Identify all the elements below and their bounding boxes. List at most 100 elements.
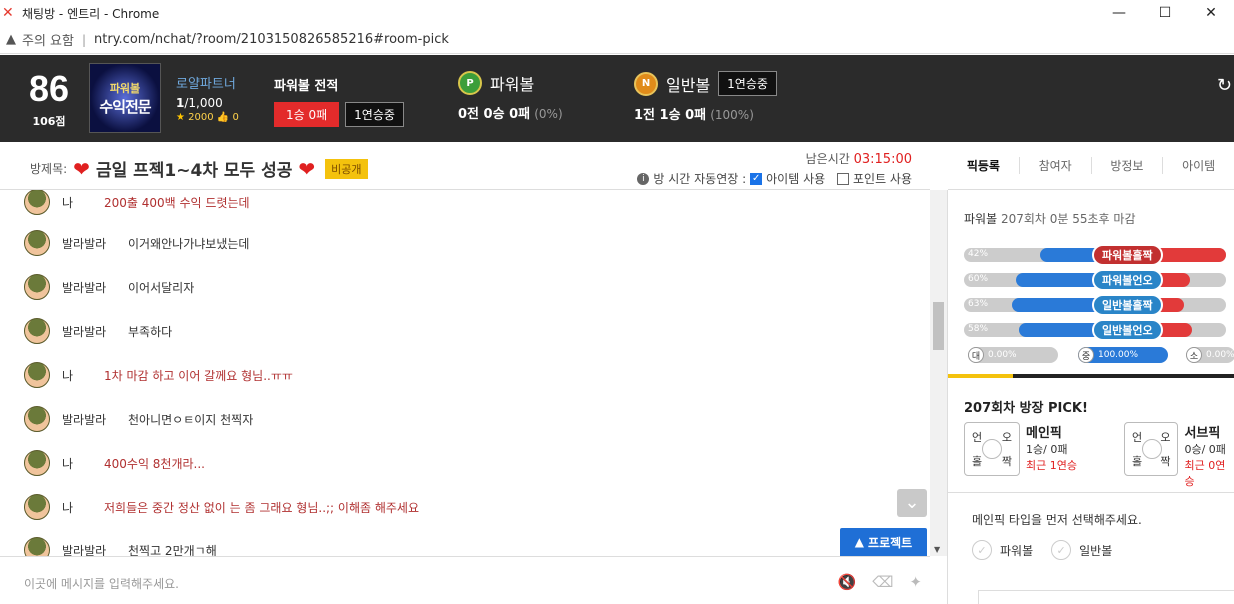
eraser-icon[interactable]: ⌫ xyxy=(872,573,893,591)
maximize-button[interactable]: ☐ xyxy=(1142,0,1188,26)
user-stats: ★ 2000 👍 0 xyxy=(176,112,239,123)
main-pick[interactable]: 언오 홀짝 메인픽 1승/ 0패 최근 1연승 xyxy=(964,422,1077,476)
chat-message: 나 200출 400백 수익 드렷는데 xyxy=(24,190,250,215)
chat-messages[interactable]: 나 200출 400백 수익 드렷는데 발라발라 이거왜안나가냐보냈는데 발라발라 이… xyxy=(0,190,930,556)
auto-extend-label: 방 시간 자동연장 : xyxy=(653,172,747,186)
chat-message: 나 저희들은 중간 정산 없이 는 좀 그래요 형님..;; 이해좀 해주세요 xyxy=(24,494,419,520)
warning-icon[interactable]: ▲ xyxy=(6,32,16,47)
profile-header: 86 106점 파워볼 수익전문 로얄파트너 1/1,000 ★ 2000 👍 … xyxy=(0,55,1234,142)
window-title: 채팅방 - 엔트리 - Chrome xyxy=(22,6,160,21)
private-badge: 비공개 xyxy=(325,158,368,179)
stat-bar[interactable]: 60% 파워볼언오 xyxy=(964,269,1234,291)
stat-bar[interactable]: 58% 일반볼언오 xyxy=(964,319,1234,341)
room-info-bar: 방제목: ❤ 금일 프젝1~4차 모두 성공 ❤ 비공개 남은시간 03:15:… xyxy=(0,142,930,190)
entry-logo-icon: ✕ xyxy=(2,5,14,21)
scrollbar-thumb[interactable] xyxy=(933,302,944,350)
magic-wand-icon[interactable]: ✦ xyxy=(909,573,922,591)
timer-value: 03:15:00 xyxy=(853,152,912,167)
pick-title: 207회차 방장 PICK! xyxy=(964,401,1088,416)
avatar xyxy=(24,318,50,344)
tab-pick[interactable]: 픽등록 xyxy=(948,157,1020,174)
option-powerball[interactable]: ✓ 파워볼 xyxy=(972,540,1033,560)
pick-grid[interactable]: 언오 홀짝 xyxy=(1124,422,1179,476)
item-use-label: 아이템 사용 xyxy=(766,172,826,186)
thumbs-up-icon: 👍 xyxy=(216,112,230,123)
side-tabs: 픽등록 참여자 방정보 아이템 xyxy=(948,142,1234,190)
streak-badge: 1연승중 xyxy=(345,102,404,127)
main-pick-title: 메인픽 xyxy=(1026,426,1062,441)
avatar xyxy=(24,190,50,215)
powerball-result: 0전 0승 0패 xyxy=(458,107,531,122)
avatar xyxy=(24,406,50,432)
mute-icon[interactable]: 🔇 xyxy=(838,573,857,591)
stat-bar[interactable]: 42% 파워볼홀짝 xyxy=(964,244,1234,266)
record-badge: 1승 0패 xyxy=(274,102,340,127)
check-icon: ✓ xyxy=(972,540,992,560)
avatar-top-text: 파워볼 xyxy=(109,81,141,95)
caret-up-icon: ▲ xyxy=(854,535,865,549)
powerball-icon: P xyxy=(458,71,482,95)
avatar xyxy=(24,537,50,556)
normalball-label: 일반볼 xyxy=(666,75,711,95)
remaining-time: 남은시간 03:15:00 xyxy=(805,152,912,167)
main-pick-streak: 최근 1연승 xyxy=(1026,459,1077,472)
powerball-record: 파워볼 전적 1승 0패 1연승중 xyxy=(274,75,404,127)
user-name[interactable]: 로얄파트너 xyxy=(176,73,239,92)
address-bar[interactable]: ▲ 주의 요함 | ntry.com/nchat/?room/210315082… xyxy=(0,26,1234,54)
url-text[interactable]: ntry.com/nchat/?room/2103150826585216#ro… xyxy=(94,32,449,47)
score-box: 86 106점 xyxy=(10,69,88,129)
stat-bar[interactable]: 63% 일반볼홀짝 xyxy=(964,294,1234,316)
mini-stat: 중 100.00% xyxy=(1078,347,1168,363)
sub-pick[interactable]: 언오 홀짝 서브픽 0승/ 0패 최근 0연승 xyxy=(1124,422,1234,489)
normalball-pct: (100%) xyxy=(710,108,754,122)
message-input-bar[interactable]: 이곳에 메시지를 입력해주세요. 🔇 ⌫ ✦ xyxy=(0,556,930,604)
normalball-streak: 1연승중 xyxy=(718,71,777,96)
security-warning[interactable]: 주의 요함 xyxy=(22,30,74,49)
scroll-down-arrow-icon[interactable]: ▼ xyxy=(934,545,940,554)
pick-prompt: 메인픽 타입을 먼저 선택해주세요. xyxy=(972,513,1142,527)
scroll-to-bottom-button[interactable]: ⌄ xyxy=(897,489,927,517)
point-use-checkbox[interactable] xyxy=(836,172,849,185)
refresh-icon[interactable]: ↻ xyxy=(1217,75,1232,96)
avatar-main-text: 수익전문 xyxy=(99,97,151,116)
record-label: 파워볼 전적 xyxy=(274,79,339,94)
avatar xyxy=(24,362,50,388)
room-options: i 방 시간 자동연장 : ✓ 아이템 사용 포인트 사용 xyxy=(637,170,912,187)
option-normalball[interactable]: ✓ 일반볼 xyxy=(1051,540,1112,560)
chat-message: 발라발라 천찍고 2만개ㄱ해 xyxy=(24,537,217,556)
room-title: 금일 프젝1~4차 모두 성공 xyxy=(95,161,293,181)
avatar[interactable]: 파워볼 수익전문 xyxy=(89,63,161,133)
mini-stat: 대 0.00% xyxy=(968,347,1058,363)
close-button[interactable]: ✕ xyxy=(1188,0,1234,26)
divider xyxy=(948,492,1234,493)
pick-grid[interactable]: 언오 홀짝 xyxy=(964,422,1020,476)
sub-pick-record: 0승/ 0패 xyxy=(1184,443,1226,456)
avatar xyxy=(24,230,50,256)
user-info: 로얄파트너 1/1,000 ★ 2000 👍 0 xyxy=(176,73,239,123)
item-use-checkbox[interactable]: ✓ xyxy=(750,172,763,185)
minimize-button[interactable]: — xyxy=(1096,0,1142,26)
tab-room-info[interactable]: 방정보 xyxy=(1092,157,1164,174)
normalball-icon: N xyxy=(634,71,658,96)
message-input[interactable]: 이곳에 메시지를 입력해주세요. xyxy=(24,575,179,592)
project-button[interactable]: ▲ 프로젝트 xyxy=(840,528,927,556)
avatar xyxy=(24,274,50,300)
chat-message: 발라발라 이어서달리자 xyxy=(24,274,194,300)
chat-scrollbar[interactable]: ▼ xyxy=(930,190,947,556)
sub-pick-title: 서브픽 xyxy=(1184,426,1221,441)
heart-icon: ❤ xyxy=(73,156,90,181)
info-icon[interactable]: i xyxy=(637,172,650,185)
powerball-pct: (0%) xyxy=(534,107,563,121)
check-icon: ✓ xyxy=(1051,540,1072,560)
powerball-label: 파워볼 xyxy=(490,75,535,94)
chat-message: 발라발라 부족하다 xyxy=(24,318,172,344)
progress-line-bg xyxy=(1013,374,1234,378)
score-value: 86 xyxy=(28,68,70,109)
chat-message: 나 400수익 8천개라... xyxy=(24,450,205,476)
avatar xyxy=(24,450,50,476)
heart-icon: ❤ xyxy=(298,156,316,181)
tab-participants[interactable]: 참여자 xyxy=(1020,157,1092,174)
tab-items[interactable]: 아이템 xyxy=(1163,157,1234,174)
normalball-stat: N 일반볼 1연승중 1전 1승 0패 (100%) xyxy=(634,71,777,123)
browser-titlebar: ✕ 채팅방 - 엔트리 - Chrome — ☐ ✕ xyxy=(0,0,1234,26)
